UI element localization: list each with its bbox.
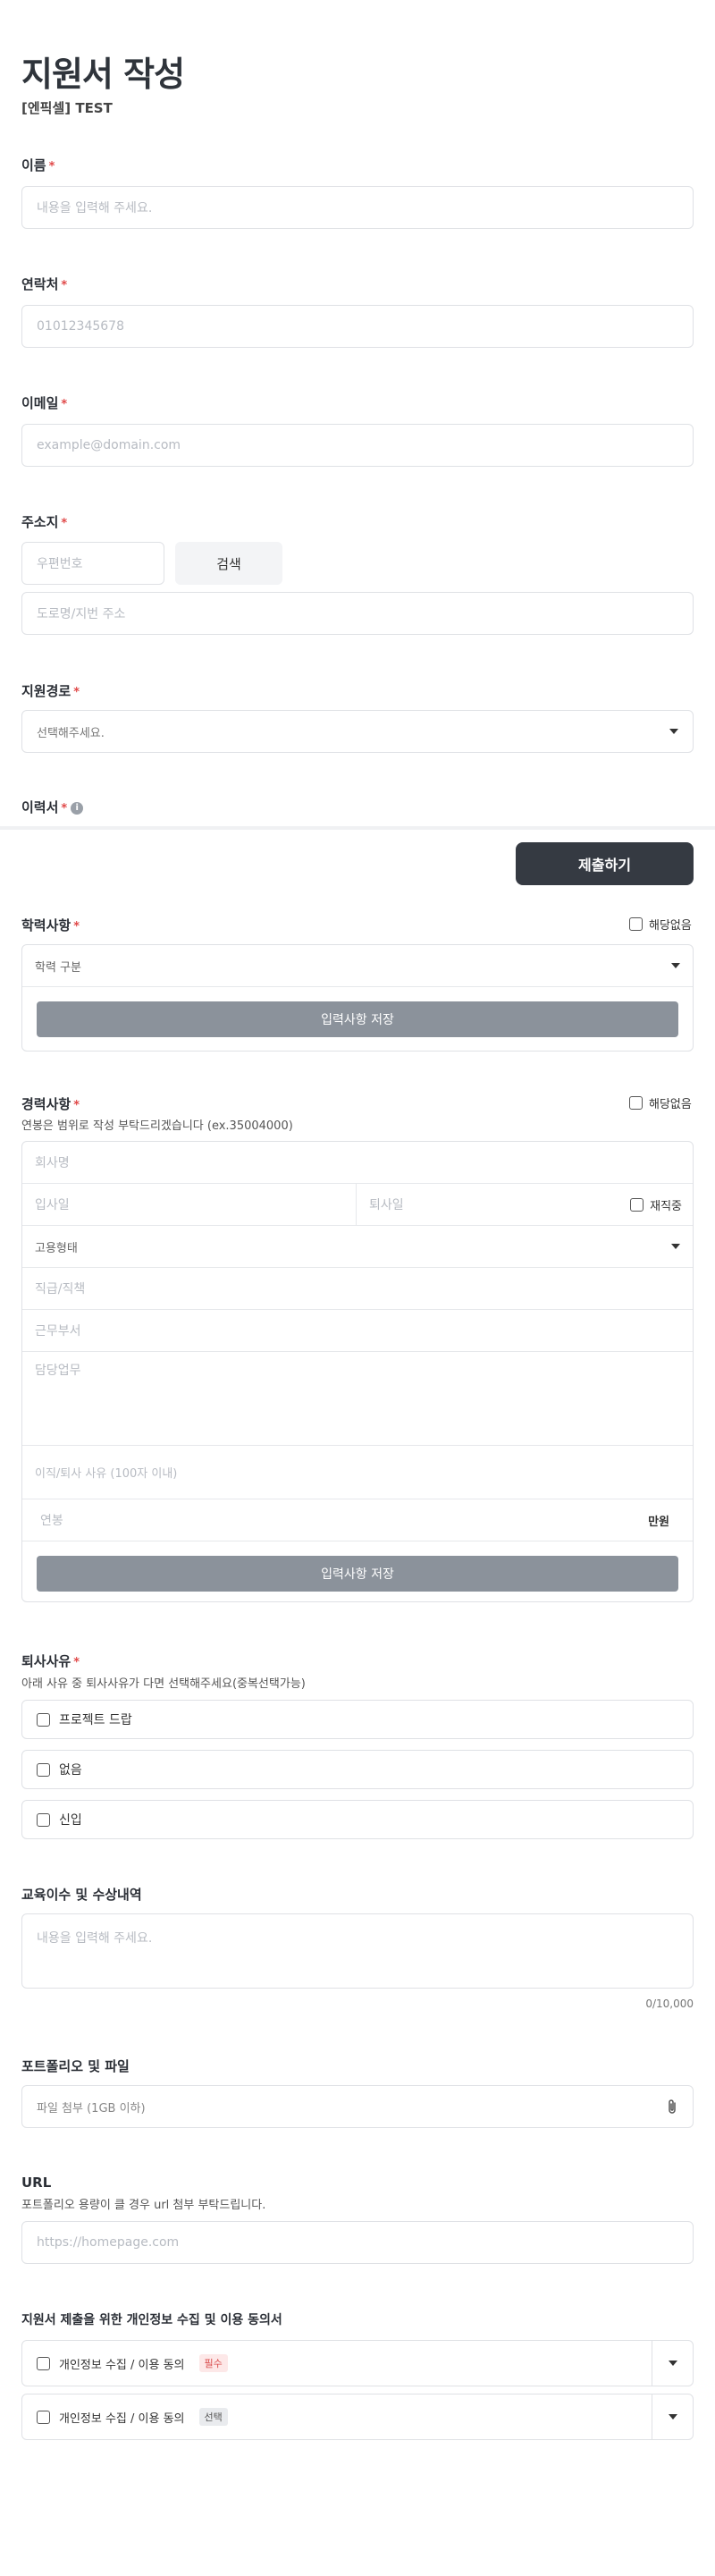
submit-button[interactable]: 제출하기 [516,842,694,885]
required-mark: * [61,802,68,815]
email-label: 이메일 * [21,395,68,411]
address-label: 주소지 * [21,514,68,530]
file-attach-input[interactable]: 파일 첨부 (1GB 이하) [21,2085,694,2128]
name-label: 이름 * [21,157,55,173]
leave-reason-note: 아래 사유 중 퇴사사유가 다면 선택해주세요(중복선택가능) [21,1677,306,1691]
position-input[interactable]: 직급/직책 [22,1268,693,1310]
leave-reason-option[interactable]: 없음 [21,1750,694,1789]
portfolio-label: 포트폴리오 및 파일 [21,2058,130,2074]
career-save-button[interactable]: 입력사항 저장 [37,1556,678,1592]
consent-expand-toggle[interactable] [652,2394,693,2439]
channel-select-value: 선택해주세요. [37,726,105,740]
paperclip-icon[interactable] [666,2099,678,2115]
leave-reason-option[interactable]: 신입 [21,1800,694,1839]
phone-label: 연락처 * [21,276,68,292]
resume-label: 이력서 * i [21,798,84,816]
leave-reason-option[interactable]: 프로젝트 드랍 [21,1700,694,1739]
consent-required-item[interactable]: 개인정보 수집 / 이용 동의 필수 [21,2340,694,2386]
checkbox-icon[interactable] [37,1712,50,1727]
currently-employed-checkbox[interactable]: 재직중 [630,1196,693,1213]
caret-down-icon [668,2361,677,2366]
section-divider [0,826,715,830]
company-input[interactable]: 회사명 [22,1142,693,1184]
salary-input[interactable]: 연봉 만원 [22,1499,693,1541]
training-textarea[interactable]: 내용을 입력해 주세요. [21,1913,694,1989]
career-note: 연봉은 범위로 작성 부탁드리겠습니다 (ex.35004000) [21,1119,293,1133]
character-counter: 0/10,000 [645,1997,694,2010]
education-save-button[interactable]: 입력사항 저장 [37,1001,678,1037]
required-mark: * [48,160,55,173]
required-mark: * [73,1099,80,1112]
end-date-input[interactable]: 퇴사일 [357,1184,630,1225]
education-type-select[interactable]: 학력 구분 [22,945,693,987]
career-label: 경력사항 * [21,1096,80,1112]
page-title: 지원서 작성 [21,55,185,94]
training-label: 교육이수 및 수상내역 [21,1887,142,1903]
checkbox-icon[interactable] [37,1812,50,1827]
career-box: 회사명 입사일 퇴사일 재직중 고용형태 직급/직책 근무부서 담당업무 이직/… [21,1141,694,1602]
street-address-input[interactable]: 도로명/지번 주소 [21,592,694,635]
salary-unit: 만원 [648,1515,669,1529]
url-label: URL [21,2175,52,2191]
url-note: 포트폴리오 용량이 클 경우 url 첨부 부탁드립니다. [21,2199,266,2212]
caret-down-icon [669,729,678,734]
caret-down-icon [671,1244,680,1249]
checkbox-icon[interactable] [630,1197,644,1212]
checkbox-icon[interactable] [37,2356,50,2370]
checkbox-icon[interactable] [37,1762,50,1777]
consent-expand-toggle[interactable] [652,2341,693,2386]
required-mark: * [61,398,68,411]
education-box: 학력 구분 입력사항 저장 [21,944,694,1052]
email-input[interactable]: example@domain.com [21,424,694,467]
department-input[interactable]: 근무부서 [22,1310,693,1352]
consent-label: 지원서 제출을 위한 개인정보 수집 및 이용 동의서 [21,2313,282,2327]
page-subtitle: [엔픽셀] TEST [21,100,113,116]
leave-reason-label: 퇴사사유 * [21,1653,80,1669]
checkbox-icon[interactable] [629,1096,643,1110]
required-mark: * [73,686,80,699]
required-badge: 필수 [198,2354,228,2372]
required-mark: * [61,517,68,530]
optional-badge: 선택 [198,2408,228,2426]
education-label: 학력사항 * [21,917,80,933]
postcode-input[interactable]: 우편번호 [21,542,164,585]
caret-down-icon [671,963,680,968]
checkbox-icon[interactable] [629,917,643,931]
employment-type-select[interactable]: 고용형태 [22,1226,693,1268]
caret-down-icon [668,2414,677,2420]
info-icon[interactable]: i [71,801,84,815]
required-mark: * [61,279,68,292]
education-none-checkbox[interactable]: 해당없음 [629,916,692,933]
url-input[interactable]: https://homepage.com [21,2221,694,2264]
phone-input[interactable]: 01012345678 [21,305,694,348]
career-none-checkbox[interactable]: 해당없음 [629,1094,692,1111]
start-date-input[interactable]: 입사일 [22,1184,357,1225]
name-input[interactable]: 내용을 입력해 주세요. [21,186,694,229]
leave-reason-textarea[interactable]: 이직/퇴사 사유 (100자 이내) [22,1446,693,1499]
required-mark: * [73,1656,80,1669]
consent-optional-item[interactable]: 개인정보 수집 / 이용 동의 선택 [21,2394,694,2440]
career-date-row: 입사일 퇴사일 재직중 [22,1184,693,1226]
checkbox-icon[interactable] [37,2410,50,2424]
channel-select[interactable]: 선택해주세요. [21,710,694,753]
channel-label: 지원경로 * [21,683,80,699]
address-search-button[interactable]: 검색 [175,542,282,585]
required-mark: * [73,920,80,933]
duties-textarea[interactable]: 담당업무 [22,1352,693,1446]
